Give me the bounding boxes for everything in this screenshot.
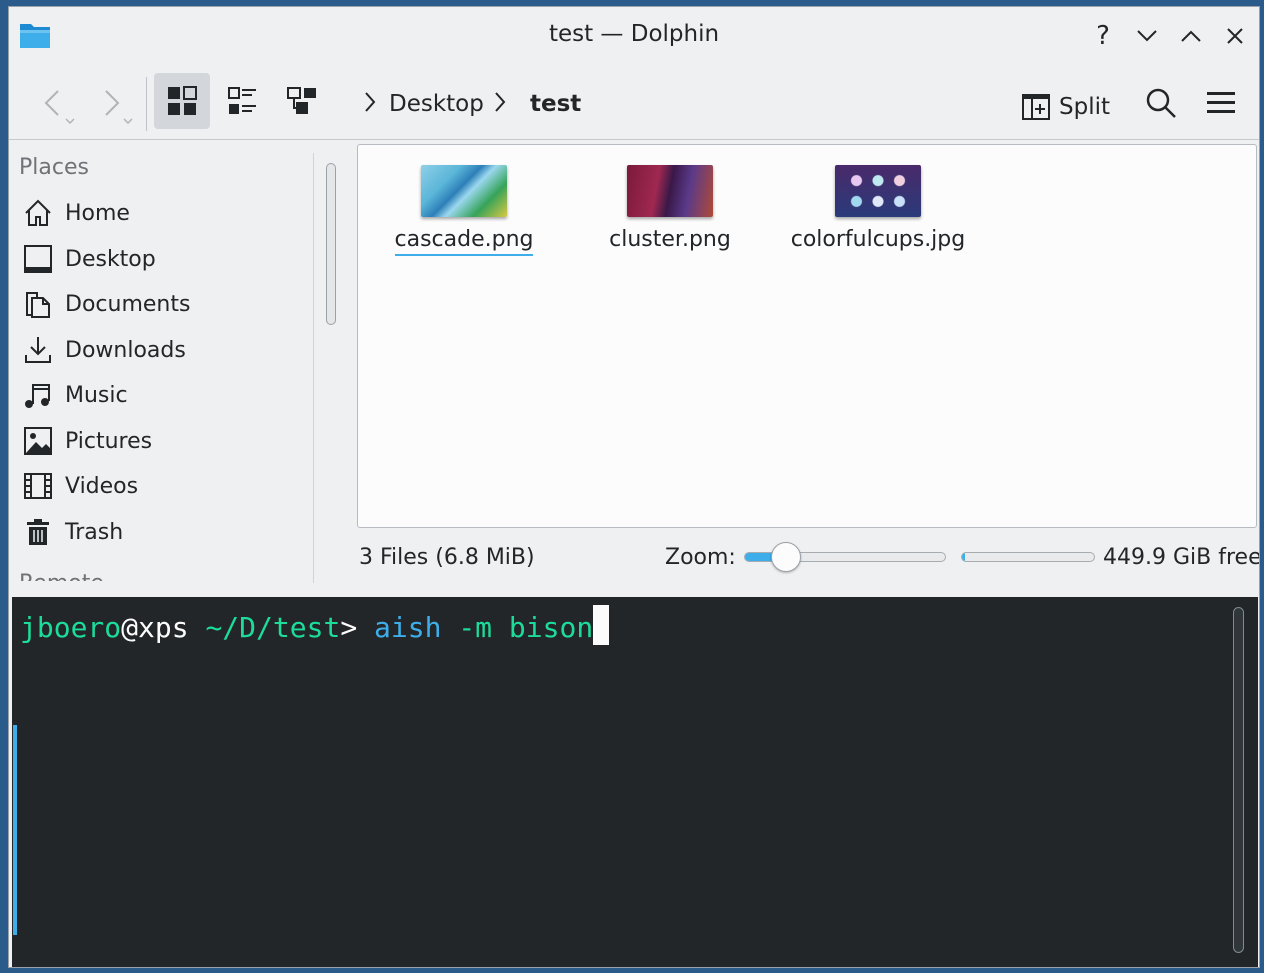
terminal-cursor — [593, 605, 610, 645]
status-summary: 3 Files (6.8 MiB) — [359, 545, 535, 570]
details-view-button[interactable] — [274, 73, 330, 129]
places-panel: Places Home Desktop Documents Downloads … — [9, 141, 314, 581]
dolphin-window: test — Dolphin ? Desktop test Split Plac… — [8, 6, 1260, 968]
file-name: cascade.png — [394, 227, 534, 256]
place-label: Music — [65, 382, 128, 408]
disk-space-fill — [962, 553, 965, 561]
window-title: test — Dolphin — [548, 21, 720, 47]
terminal-at: @ — [121, 611, 139, 644]
terminal-command: aish — [374, 611, 442, 644]
file-item-cascade[interactable]: cascade.png — [374, 165, 554, 256]
place-pictures[interactable]: Pictures — [23, 421, 152, 461]
home-icon — [25, 199, 51, 226]
zoom-label: Zoom: — [665, 545, 736, 570]
forward-button[interactable] — [89, 81, 139, 131]
place-label: Desktop — [65, 246, 156, 272]
terminal-panel[interactable]: jboero@xps ~/D/test> aish -m bison — [12, 597, 1258, 967]
terminal-path: ~/D/test — [188, 611, 341, 644]
breadcrumb-desktop[interactable]: Desktop — [389, 91, 484, 117]
documents-icon — [26, 292, 50, 318]
file-name: colorfulcups.jpg — [790, 227, 966, 252]
terminal-scrollbar[interactable] — [1233, 607, 1244, 953]
chevron-up-icon — [1181, 30, 1201, 42]
pictures-icon — [24, 427, 52, 455]
toolbar-divider — [9, 139, 1259, 140]
place-label: Downloads — [65, 337, 186, 363]
place-label: Documents — [65, 291, 191, 317]
hamburger-menu-icon — [1207, 92, 1235, 113]
trash-icon — [27, 519, 49, 545]
title-bar[interactable]: test — Dolphin ? — [9, 7, 1259, 63]
place-label: Pictures — [65, 428, 153, 454]
terminal-focus-indicator — [13, 725, 17, 935]
breadcrumb-chevron-icon — [495, 92, 506, 112]
help-icon: ? — [1096, 21, 1110, 51]
terminal-user: jboero — [20, 611, 122, 644]
maximize-button[interactable] — [1176, 21, 1206, 51]
place-videos[interactable]: Videos — [23, 466, 138, 506]
compact-view-button[interactable] — [215, 73, 271, 129]
place-music[interactable]: Music — [23, 375, 128, 415]
downloads-icon — [25, 337, 51, 363]
search-icon — [1146, 88, 1176, 118]
file-thumbnail — [627, 165, 713, 217]
place-trash[interactable]: Trash — [23, 512, 123, 552]
icons-view-icon — [168, 86, 197, 115]
place-home[interactable]: Home — [23, 193, 130, 233]
menu-button[interactable] — [1199, 81, 1243, 125]
place-downloads[interactable]: Downloads — [23, 330, 186, 370]
places-scrollbar[interactable] — [326, 163, 336, 325]
free-space-label: 449.9 GiB free — [1103, 545, 1260, 570]
chevron-down-icon — [1137, 30, 1157, 42]
file-view[interactable]: cascade.png cluster.png colorfulcups.jpg — [357, 144, 1257, 528]
split-view-icon — [1022, 94, 1050, 120]
videos-icon — [24, 473, 52, 499]
music-icon — [25, 384, 50, 408]
file-thumbnail — [835, 165, 921, 217]
help-button[interactable]: ? — [1088, 21, 1118, 51]
file-item-colorfulcups[interactable]: colorfulcups.jpg — [788, 165, 968, 254]
file-name: cluster.png — [609, 227, 731, 252]
place-desktop[interactable]: Desktop — [23, 239, 156, 279]
desktop-icon — [24, 245, 52, 273]
place-documents[interactable]: Documents — [23, 284, 190, 324]
places-header: Places — [19, 155, 89, 180]
breadcrumb-test[interactable]: test — [530, 91, 581, 117]
forward-arrow-icon — [105, 90, 133, 125]
place-label: Videos — [65, 473, 139, 499]
icons-view-button[interactable] — [154, 73, 210, 129]
toolbar-separator — [146, 77, 147, 131]
split-button[interactable]: Split — [1021, 85, 1110, 129]
disk-space-bar — [961, 552, 1095, 562]
remote-header: Remote — [19, 571, 104, 581]
minimize-button[interactable] — [1132, 21, 1162, 51]
breadcrumb-chevron-icon — [365, 92, 376, 112]
terminal-prompt: > — [340, 611, 375, 644]
file-thumbnail — [421, 165, 507, 217]
close-icon — [1227, 28, 1243, 44]
close-button[interactable] — [1220, 21, 1250, 51]
compact-view-icon — [228, 87, 256, 114]
back-arrow-icon — [44, 90, 75, 125]
split-label: Split — [1059, 94, 1110, 120]
place-label: Home — [65, 200, 130, 226]
search-button[interactable] — [1139, 81, 1183, 125]
details-view-icon — [287, 87, 316, 114]
places-separator — [313, 153, 314, 583]
terminal-host: xps — [138, 611, 189, 644]
terminal-prompt-line[interactable]: jboero@xps ~/D/test> aish -m bison — [20, 605, 610, 645]
zoom-slider-handle[interactable] — [771, 542, 802, 572]
terminal-args: -m bison — [441, 611, 594, 644]
back-button[interactable] — [31, 81, 81, 131]
place-label: Trash — [65, 519, 124, 545]
file-item-cluster[interactable]: cluster.png — [580, 165, 760, 254]
